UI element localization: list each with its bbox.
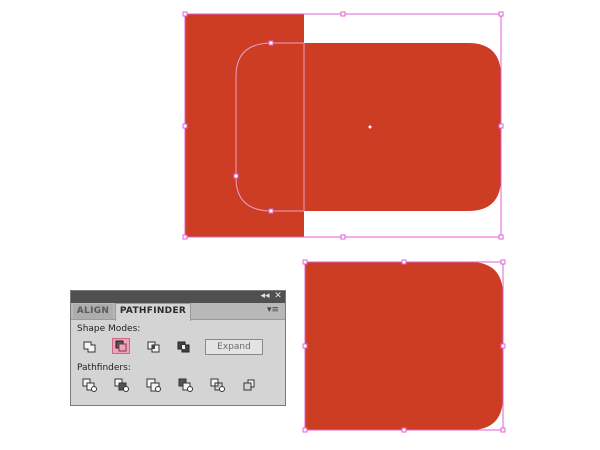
pathfinders-label: Pathfinders: — [77, 363, 131, 373]
result-shape-group[interactable] — [305, 262, 503, 430]
unite-icon — [83, 341, 96, 353]
pathfinder-panel[interactable]: ◂◂ ✕ ALIGN PATHFINDER ▾≡ Shape Modes: Ex… — [70, 290, 286, 406]
minus-back-button[interactable] — [241, 377, 259, 393]
tab-pathfinder[interactable]: PATHFINDER — [115, 303, 191, 321]
shape-modes-label: Shape Modes: — [77, 324, 141, 334]
crop-icon — [178, 378, 193, 392]
crop-button[interactable] — [177, 377, 195, 393]
top-shape-group[interactable] — [185, 14, 501, 237]
minus-back-icon — [243, 379, 255, 391]
panel-titlebar[interactable]: ◂◂ ✕ — [71, 291, 285, 303]
outline-icon — [210, 378, 225, 392]
minus-front-icon — [115, 340, 127, 352]
minus-front-button[interactable] — [112, 338, 130, 354]
panel-tab-row: ALIGN PATHFINDER — [71, 303, 285, 321]
trim-button[interactable] — [113, 377, 131, 393]
merge-icon — [146, 378, 161, 392]
center-point — [368, 125, 372, 129]
expand-button[interactable]: Expand — [205, 339, 263, 355]
close-icon[interactable]: ✕ — [272, 291, 284, 303]
collapse-icon[interactable]: ◂◂ — [259, 291, 271, 303]
intersect-button[interactable] — [145, 339, 163, 355]
exclude-icon — [177, 341, 190, 353]
outline-button[interactable] — [209, 377, 227, 393]
divide-icon — [82, 378, 97, 392]
panel-menu-icon[interactable]: ▾≡ — [267, 305, 279, 315]
result-shape[interactable] — [305, 262, 503, 430]
trim-icon — [114, 378, 129, 392]
intersect-icon — [147, 341, 160, 353]
unite-button[interactable] — [81, 339, 99, 355]
divide-button[interactable] — [81, 377, 99, 393]
merge-button[interactable] — [145, 377, 163, 393]
exclude-button[interactable] — [175, 339, 193, 355]
tab-align[interactable]: ALIGN — [73, 304, 113, 319]
